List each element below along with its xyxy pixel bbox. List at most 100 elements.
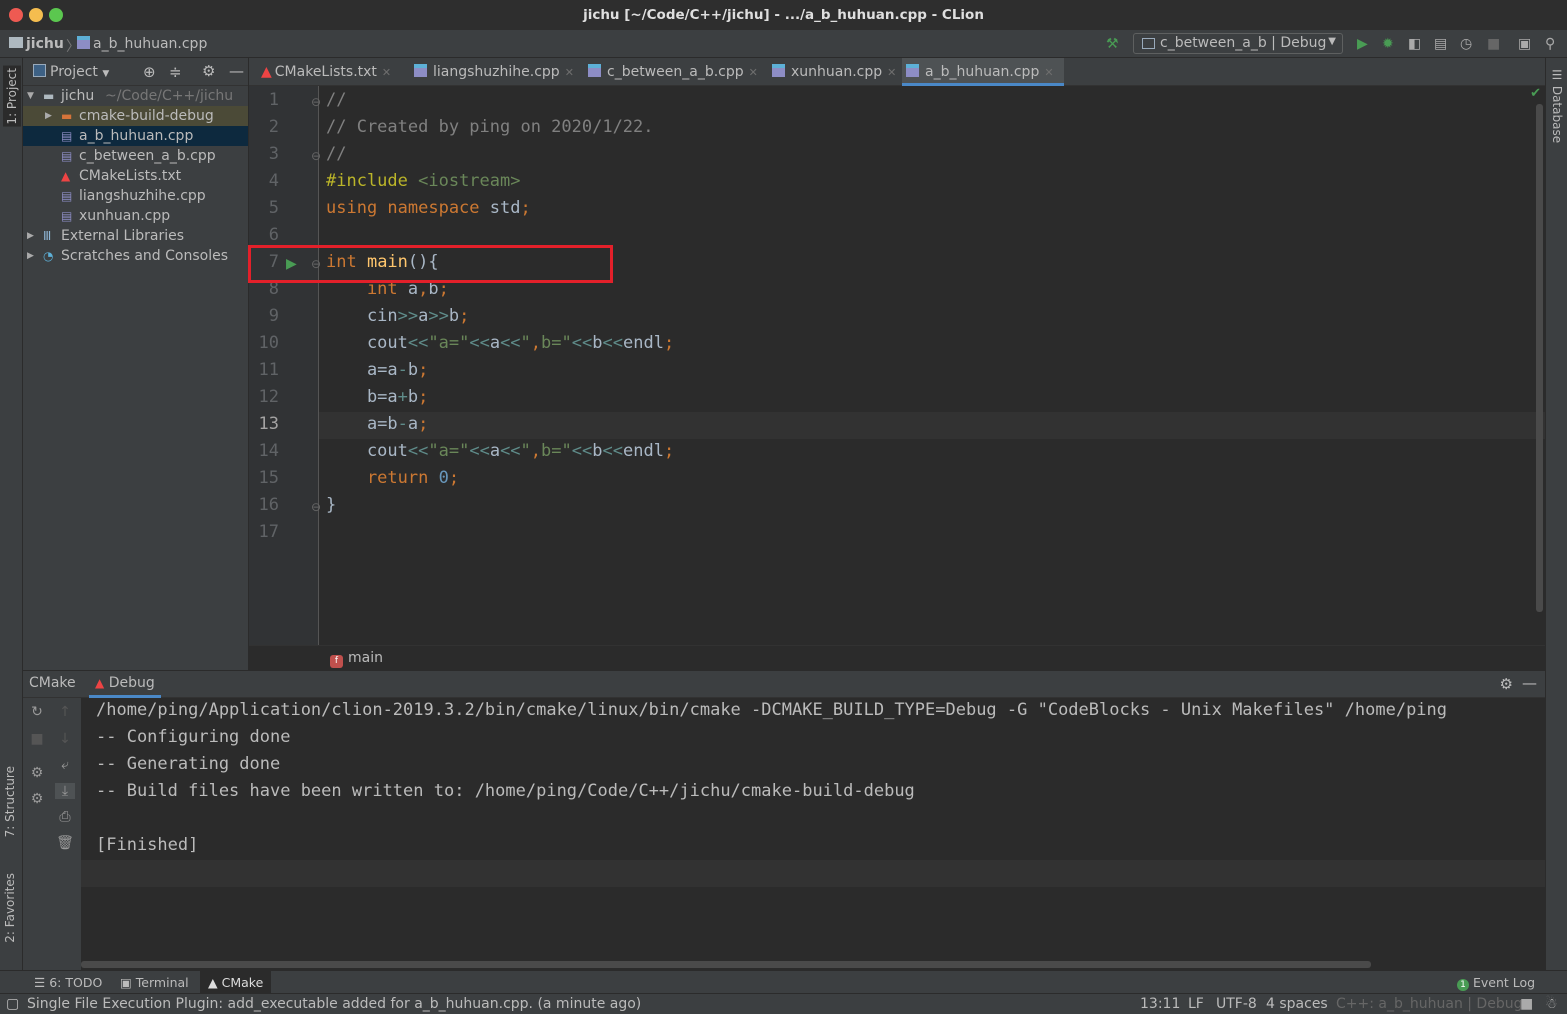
tab-debug[interactable]: ▲ Debug bbox=[89, 675, 161, 698]
collapse-arrow-icon[interactable]: ▶ bbox=[27, 226, 34, 246]
tree-item[interactable]: ▼ ▬ jichu ~/Code/C++/jichu bbox=[23, 86, 248, 106]
inspector-icon[interactable]: ☃ bbox=[1545, 996, 1558, 1012]
code-token: a bbox=[489, 441, 501, 461]
scroll-to-end-icon[interactable]: ⤓ bbox=[55, 783, 75, 799]
caret-position[interactable]: 13:11 bbox=[1140, 996, 1180, 1012]
tab-liangshuzhihe-cpp[interactable]: liangshuzhihe.cpp ✕ bbox=[410, 58, 582, 86]
tab-cmakelists-txt[interactable]: ▲ CMakeLists.txt ✕ bbox=[257, 58, 407, 86]
stop-icon[interactable]: ■ bbox=[1487, 36, 1500, 52]
collapse-arrow-icon[interactable]: ▶ bbox=[27, 246, 34, 266]
stop-icon[interactable]: ■ bbox=[27, 731, 47, 747]
hammer-icon[interactable]: ⚒ bbox=[1106, 36, 1119, 52]
cpp-file-icon bbox=[772, 64, 785, 77]
tool-button-terminal[interactable]: ▣ Terminal bbox=[120, 975, 189, 990]
tree-item[interactable]: ▤ xunhuan.cpp bbox=[23, 206, 248, 226]
debug-icon[interactable]: ✹ bbox=[1382, 36, 1394, 52]
breadcrumb-function[interactable]: f main bbox=[330, 650, 383, 668]
code-token: <iostream> bbox=[418, 171, 521, 191]
reload-icon[interactable]: ↻ bbox=[27, 704, 47, 720]
folder-icon bbox=[9, 37, 23, 48]
tool-tab-structure[interactable]: 7: Structure bbox=[3, 766, 17, 837]
cpp-file-icon bbox=[414, 64, 427, 77]
title-bar: jichu [~/Code/C++/jichu] - .../a_b_huhua… bbox=[0, 0, 1567, 30]
status-message[interactable]: Single File Execution Plugin: add_execut… bbox=[27, 996, 641, 1012]
close-tab-icon[interactable]: ✕ bbox=[887, 66, 896, 79]
code-editor[interactable]: 1 ⊖ 2 3 ⊖ 4 5 6 7 ▶ ⊖ 8 9 10 11 12 13 14 15 16 ⊖ 17 //// Crea… bbox=[249, 86, 1545, 645]
tree-item[interactable]: ▤ a_b_huhuan.cpp bbox=[23, 126, 248, 146]
project-view-select[interactable]: Project ▼ bbox=[33, 64, 109, 80]
trash-icon[interactable]: 🗑 bbox=[55, 835, 75, 851]
breadcrumb-file[interactable]: a_b_huhuan.cpp bbox=[77, 36, 207, 52]
expand-arrow-icon[interactable]: ▼ bbox=[27, 86, 34, 106]
tool-button-todo[interactable]: ☰ 6: TODO bbox=[34, 975, 102, 990]
cmake-settings-icon[interactable]: ⚙ bbox=[27, 765, 47, 781]
code-token: ; bbox=[459, 306, 470, 326]
gear-icon[interactable]: ⚙ bbox=[202, 62, 215, 80]
editor-scrollbar[interactable] bbox=[1536, 104, 1543, 612]
soft-wrap-icon[interactable]: ⤶ bbox=[55, 757, 75, 773]
profile-icon[interactable]: ▤ bbox=[1434, 36, 1447, 52]
line-number: 1 bbox=[268, 90, 279, 110]
down-arrow-icon[interactable]: ↓ bbox=[55, 731, 75, 747]
tree-item[interactable]: ▤ liangshuzhihe.cpp bbox=[23, 186, 248, 206]
tree-item[interactable]: ▶ ▬ cmake-build-debug bbox=[23, 106, 248, 126]
search-icon[interactable]: ⚲ bbox=[1545, 36, 1555, 52]
timer-icon[interactable]: ◷ bbox=[1460, 36, 1472, 52]
tab-label: CMakeLists.txt bbox=[274, 64, 377, 80]
close-tab-icon[interactable]: ✕ bbox=[382, 66, 391, 79]
collapse-all-icon[interactable]: ≑ bbox=[169, 63, 182, 81]
indent-setting[interactable]: 4 spaces bbox=[1266, 996, 1328, 1012]
tab-c-between-a-b-cpp[interactable]: c_between_a_b.cpp ✕ bbox=[584, 58, 766, 86]
lock-icon[interactable]: ■ bbox=[1520, 996, 1533, 1012]
status-toggle-icon[interactable]: ▢ bbox=[6, 996, 19, 1012]
tab-cmake[interactable]: CMake bbox=[23, 675, 82, 691]
fold-icon[interactable]: ⊖ bbox=[311, 495, 321, 519]
tree-item[interactable]: ▲ CMakeLists.txt bbox=[23, 166, 248, 186]
line-separator[interactable]: LF bbox=[1188, 996, 1204, 1012]
console-output[interactable]: /home/ping/Application/clion-2019.3.2/bi… bbox=[81, 698, 1545, 970]
console-scrollbar[interactable] bbox=[81, 961, 1371, 968]
code-token: << bbox=[469, 333, 490, 353]
tool-tab-database[interactable]: ☰ Database bbox=[1550, 68, 1564, 143]
tree-item[interactable]: ▶ Ⅲ External Libraries bbox=[23, 226, 248, 246]
tab-xunhuan-cpp[interactable]: xunhuan.cpp ✕ bbox=[768, 58, 900, 86]
right-tool-strip: ☰ Database bbox=[1545, 58, 1567, 993]
gear-icon[interactable]: ⚙ bbox=[1500, 675, 1513, 693]
code-token: // bbox=[326, 144, 347, 164]
run-icon[interactable]: ▶ bbox=[1357, 36, 1368, 52]
fold-icon[interactable]: ⊖ bbox=[311, 90, 321, 114]
code-token: endl bbox=[622, 441, 664, 461]
tree-item[interactable]: ▤ c_between_a_b.cpp bbox=[23, 146, 248, 166]
resolve-context[interactable]: C++: a_b_huhuan | Debug bbox=[1336, 996, 1522, 1012]
breadcrumb-project[interactable]: jichu bbox=[9, 36, 64, 52]
locate-icon[interactable]: ⊕ bbox=[143, 63, 156, 81]
collapse-arrow-icon[interactable]: ▶ bbox=[45, 106, 52, 126]
settings-icon[interactable]: ⚙ bbox=[27, 791, 47, 807]
minimize-icon[interactable]: — bbox=[1522, 674, 1537, 692]
tool-tab-project[interactable]: 1: Project bbox=[3, 66, 21, 127]
minimize-icon[interactable]: — bbox=[229, 62, 244, 80]
up-arrow-icon[interactable]: ↑ bbox=[55, 704, 75, 720]
coverage-icon[interactable]: ◧ bbox=[1408, 36, 1421, 52]
close-tab-icon[interactable]: ✕ bbox=[1044, 66, 1053, 79]
folder-icon: ▬ bbox=[43, 89, 55, 103]
tree-item-path: ~/Code/C++/jichu bbox=[105, 88, 234, 104]
cpp-file-icon: ▤ bbox=[61, 149, 73, 163]
tool-button-event-log[interactable]: 1 Event Log bbox=[1457, 975, 1535, 991]
list-icon: ☰ bbox=[34, 975, 46, 990]
code-token: << bbox=[407, 441, 429, 461]
tool-button-cmake[interactable]: ▲ CMake bbox=[200, 971, 272, 994]
tree-item[interactable]: ▶ ◔ Scratches and Consoles bbox=[23, 246, 248, 266]
file-encoding[interactable]: UTF-8 bbox=[1216, 996, 1257, 1012]
code-token: b bbox=[407, 360, 419, 380]
terminal-layout-icon[interactable]: ▣ bbox=[1518, 36, 1531, 52]
run-configuration-select[interactable]: c_between_a_b | Debug ▼ bbox=[1133, 33, 1343, 54]
fold-icon[interactable]: ⊖ bbox=[311, 144, 321, 168]
code-token: b bbox=[592, 333, 603, 353]
close-tab-icon[interactable]: ✕ bbox=[565, 66, 574, 79]
print-icon[interactable]: ⎙ bbox=[55, 809, 75, 825]
tab-a-b-huhuan-cpp[interactable]: a_b_huhuan.cpp ✕ bbox=[902, 58, 1064, 86]
line-number: 10 bbox=[258, 333, 279, 353]
close-tab-icon[interactable]: ✕ bbox=[749, 66, 758, 79]
tool-tab-favorites[interactable]: 2: Favorites bbox=[3, 873, 17, 943]
